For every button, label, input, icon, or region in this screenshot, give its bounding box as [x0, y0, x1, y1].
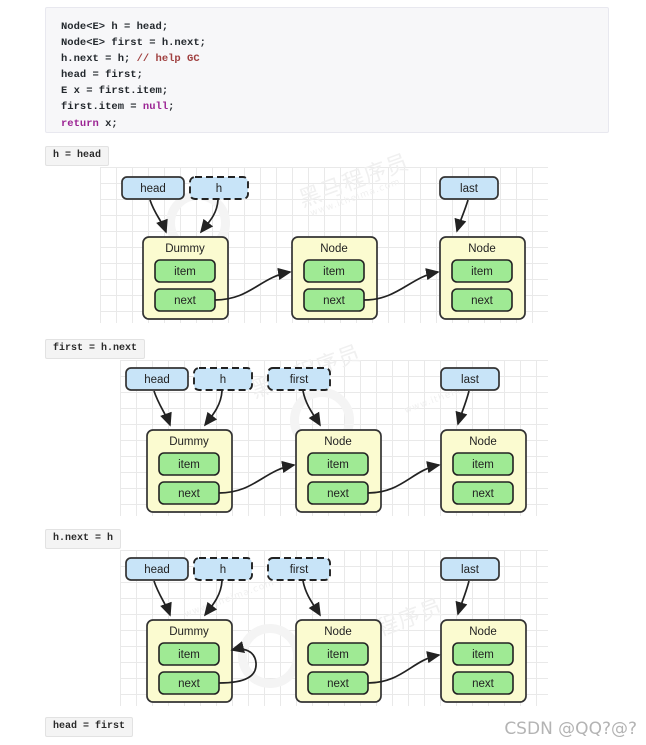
diagram-canvas-2: 黑马程序员 www.itheima.com head h first — [120, 341, 548, 516]
svg-text:item: item — [174, 266, 196, 278]
svg-text:last: last — [461, 374, 480, 386]
arrow-h-to-dummy — [203, 390, 223, 427]
svg-text:Dummy: Dummy — [169, 436, 209, 448]
pointer-box-h: h — [193, 557, 253, 581]
svg-text:item: item — [472, 649, 494, 661]
step-label-1: h = head — [45, 146, 110, 166]
pointer-box-head: head — [125, 557, 189, 581]
arrow-first-to-node1 — [302, 390, 321, 427]
node-box-2: Node item next — [440, 619, 527, 703]
diagram-svg-3: head h first last Dummy item next Node i… — [125, 557, 527, 703]
svg-text:last: last — [461, 564, 480, 576]
code-line: Node<E> h = head; — [61, 21, 169, 33]
node-box-dummy: Dummy item next — [146, 429, 233, 513]
svg-text:item: item — [327, 459, 349, 471]
pointer-box-last: last — [439, 176, 499, 200]
svg-text:h: h — [220, 374, 226, 386]
svg-text:Dummy: Dummy — [169, 626, 209, 638]
step-label-3: h.next = h — [45, 529, 122, 549]
node-box-2: Node item next — [440, 429, 527, 513]
arrow-last-to-node2 — [455, 580, 470, 616]
arrow-h-to-dummy — [199, 199, 219, 234]
svg-text:Dummy: Dummy — [165, 243, 205, 255]
svg-text:next: next — [327, 488, 350, 500]
svg-text:next: next — [472, 678, 495, 690]
svg-text:item: item — [327, 649, 349, 661]
svg-text:h: h — [216, 183, 222, 195]
node-box-1: Node item next — [291, 236, 378, 320]
code-line: h.next = h; // help GC — [61, 53, 200, 66]
svg-text:Node: Node — [468, 243, 496, 255]
arrow-head-to-dummy — [153, 580, 172, 617]
pointer-box-head: head — [125, 367, 189, 391]
svg-text:first: first — [290, 564, 309, 576]
arrow-last-to-node2 — [454, 199, 469, 233]
arrow-first-to-node1 — [302, 580, 321, 617]
pointer-box-last: last — [440, 557, 500, 581]
pointer-box-h: h — [193, 367, 253, 391]
svg-text:item: item — [472, 459, 494, 471]
node-box-1: Node item next — [295, 619, 382, 703]
pointer-box-first: first — [267, 367, 331, 391]
svg-text:Node: Node — [320, 243, 348, 255]
code-line: first.item = null; — [61, 101, 175, 114]
svg-text:h: h — [220, 564, 226, 576]
svg-text:head: head — [144, 564, 170, 576]
svg-text:next: next — [178, 488, 201, 500]
svg-text:Node: Node — [324, 436, 352, 448]
code-lines: Node<E> h = head; Node<E> first = h.next;… — [46, 8, 608, 132]
svg-text:item: item — [178, 459, 200, 471]
svg-text:item: item — [178, 649, 200, 661]
pointer-box-h: h — [189, 176, 249, 200]
node-box-dummy: Dummy item next — [142, 236, 229, 320]
node-box-1: Node item next — [295, 429, 382, 513]
diagram-svg-1: head h last Dummy item next Node item ne… — [121, 176, 526, 320]
svg-text:next: next — [327, 678, 350, 690]
svg-text:next: next — [471, 295, 494, 307]
arrow-head-to-dummy — [149, 199, 168, 234]
csdn-watermark: CSDN @QQ?@? — [504, 719, 637, 739]
svg-text:next: next — [323, 295, 346, 307]
arrow-head-to-dummy — [153, 390, 172, 427]
screenshot-root: Node<E> h = head; Node<E> first = h.next;… — [0, 0, 646, 745]
svg-text:next: next — [174, 295, 197, 307]
arrow-h-to-dummy — [203, 580, 223, 617]
node-box-dummy: Dummy item next — [146, 619, 233, 703]
svg-text:last: last — [460, 183, 479, 195]
pointer-box-last: last — [440, 367, 500, 391]
node-box-2: Node item next — [439, 236, 526, 320]
svg-text:Node: Node — [469, 436, 497, 448]
svg-text:first: first — [290, 374, 309, 386]
diagram-canvas-3: 黑马程序员 www.itheima.com head h first last … — [120, 550, 548, 706]
pointer-box-head: head — [121, 176, 185, 200]
svg-text:head: head — [144, 374, 170, 386]
diagram-svg-2: head h first last Dummy item next Node i… — [125, 367, 527, 513]
code-block: Node<E> h = head; Node<E> first = h.next;… — [45, 7, 609, 133]
svg-text:next: next — [178, 678, 201, 690]
code-line: head = first; — [61, 69, 143, 82]
code-line: Node<E> first = h.next; — [61, 37, 206, 50]
svg-text:head: head — [140, 183, 166, 195]
pointer-box-first: first — [267, 557, 331, 581]
arrow-last-to-node2 — [455, 390, 470, 426]
svg-text:item: item — [471, 266, 493, 278]
step-label-2: first = h.next — [45, 339, 146, 359]
svg-text:item: item — [323, 266, 345, 278]
step-label-4: head = first — [45, 717, 134, 737]
code-line: E x = first.item; — [61, 85, 169, 98]
svg-text:Node: Node — [324, 626, 352, 638]
code-line: return x; — [61, 117, 118, 130]
svg-text:Node: Node — [469, 626, 497, 638]
svg-text:next: next — [472, 488, 495, 500]
diagram-canvas-1: 黑马程序员 www.itheima.com head h last Dummy … — [100, 150, 548, 323]
